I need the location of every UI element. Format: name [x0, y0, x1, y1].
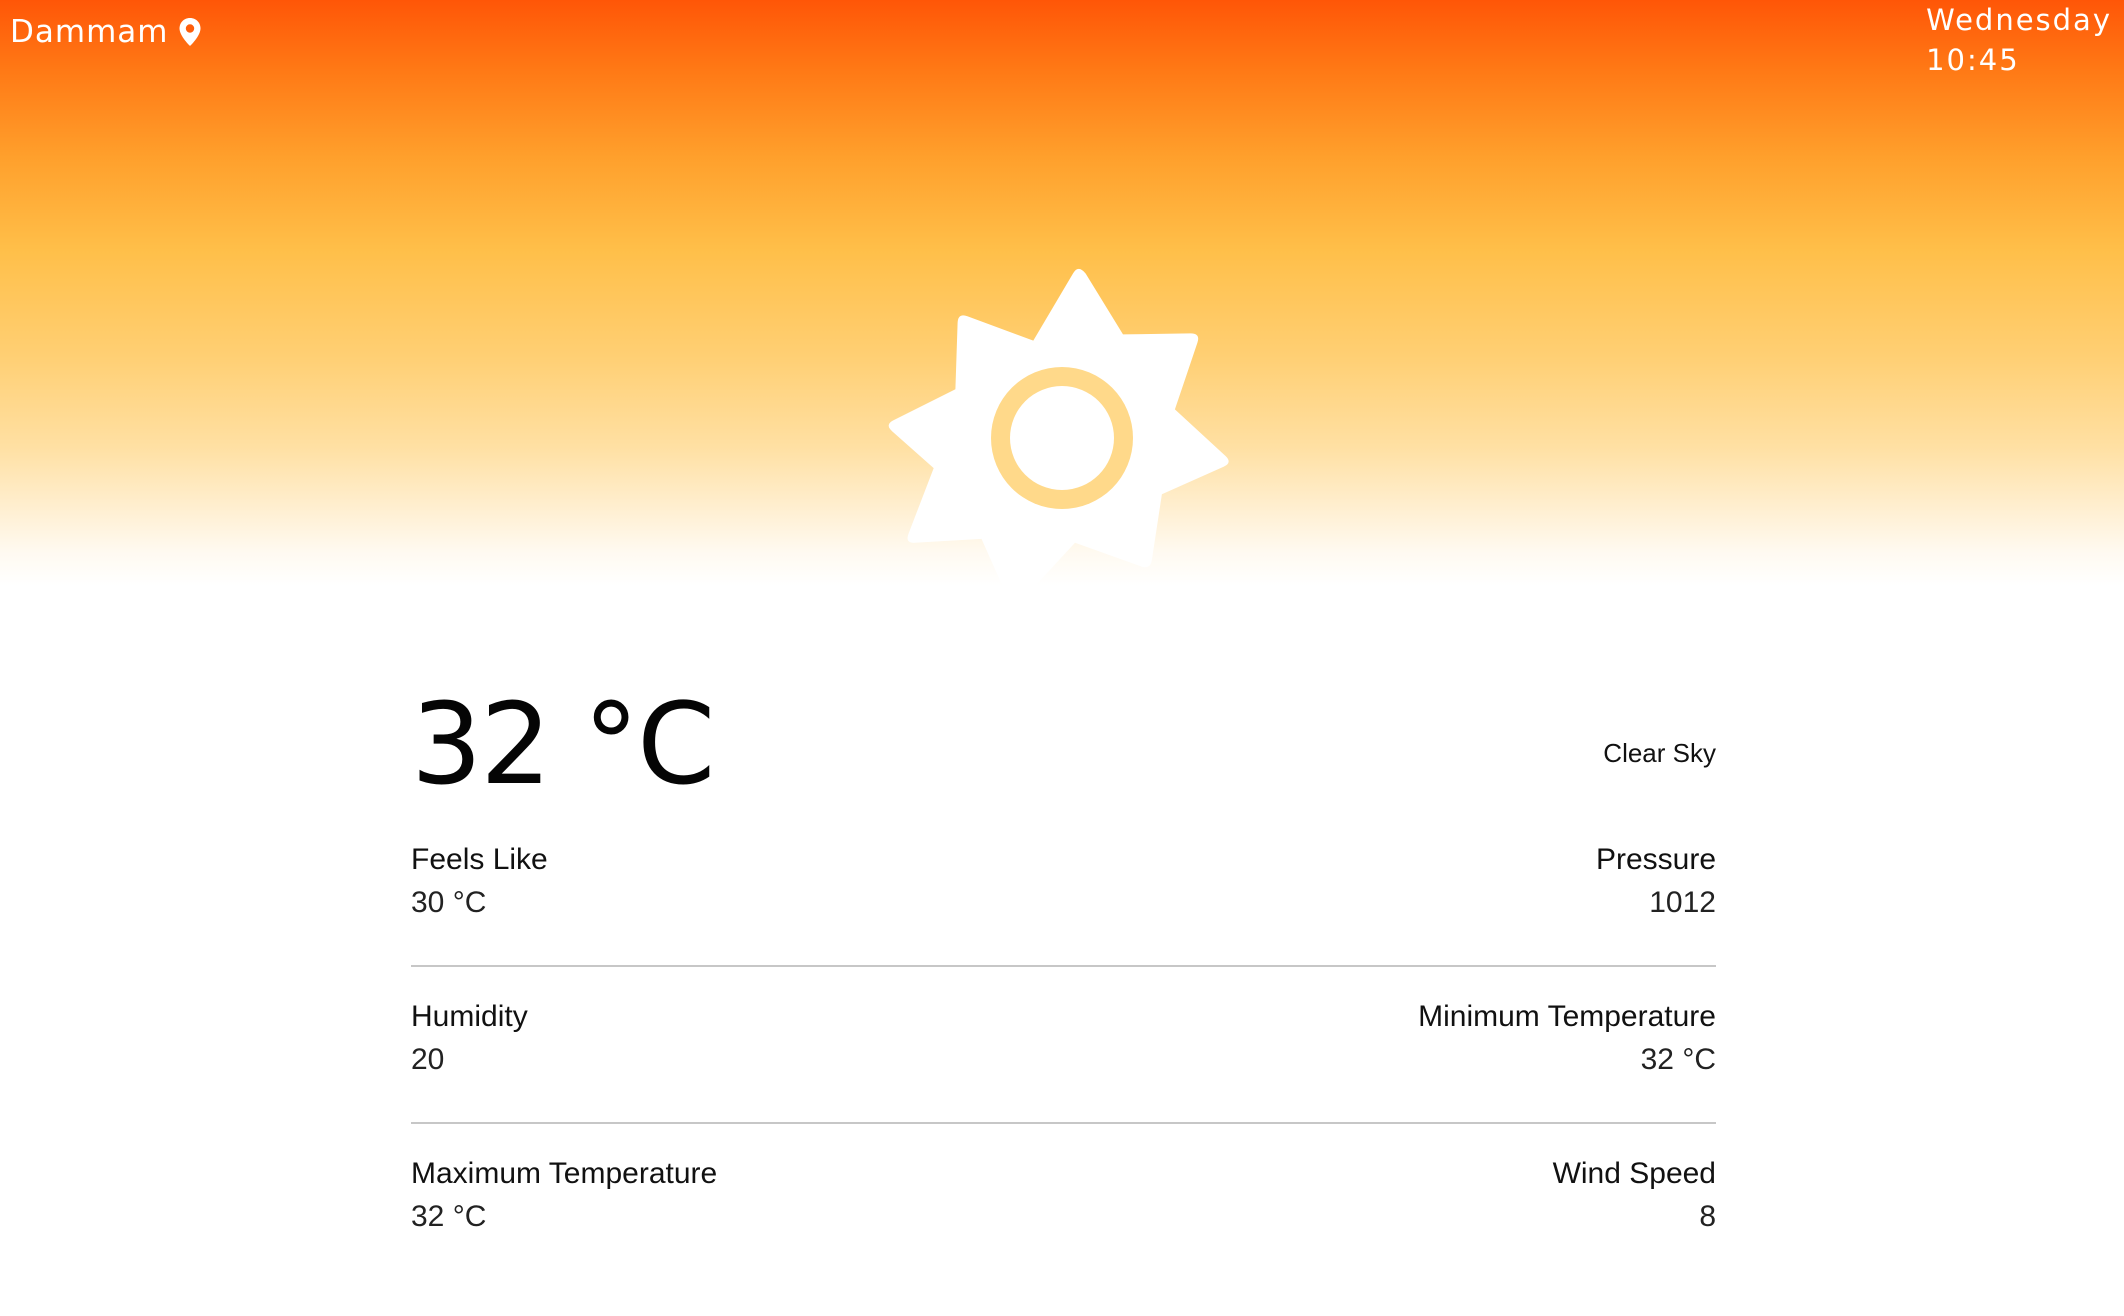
current-temperature: 32 °C: [411, 680, 715, 810]
min-temp-stat: Minimum Temperature 32 °C: [1418, 997, 1716, 1122]
feels-like-stat: Feels Like 30 °C: [411, 840, 548, 965]
day-label: Wednesday: [1926, 3, 2112, 37]
wind-speed-value: 8: [1699, 1200, 1716, 1233]
pressure-stat: Pressure 1012: [1596, 840, 1716, 965]
location-pin-icon[interactable]: [178, 17, 202, 47]
pressure-value: 1012: [1649, 886, 1716, 919]
time-label: 10:45: [1926, 43, 2020, 77]
sun-icon: [886, 262, 1236, 612]
date-time: Wednesday 10:45: [1926, 0, 2112, 80]
location: Dammam: [10, 14, 202, 50]
wind-speed-label: Wind Speed: [1552, 1157, 1716, 1190]
feels-like-label: Feels Like: [411, 843, 548, 876]
pressure-label: Pressure: [1595, 843, 1716, 876]
humidity-value: 20: [411, 1043, 445, 1076]
current-conditions: 32 °C Clear Sky: [411, 680, 1716, 810]
stats-row: Humidity 20 Minimum Temperature 32 °C: [411, 967, 1716, 1124]
min-temp-value: 32 °C: [1640, 1043, 1716, 1076]
city-name: Dammam: [10, 14, 169, 50]
max-temp-value: 32 °C: [411, 1200, 487, 1233]
min-temp-label: Minimum Temperature: [1418, 1000, 1716, 1033]
stats-row: Maximum Temperature 32 °C Wind Speed 8: [411, 1124, 1716, 1281]
weather-details: 32 °C Clear Sky Feels Like 30 °C Pressur…: [411, 680, 1716, 1281]
max-temp-label: Maximum Temperature: [411, 1157, 718, 1190]
feels-like-value: 30 °C: [411, 886, 487, 919]
max-temp-stat: Maximum Temperature 32 °C: [411, 1154, 717, 1281]
wind-speed-stat: Wind Speed 8: [1553, 1154, 1716, 1281]
humidity-label: Humidity: [411, 1000, 528, 1033]
stats-row: Feels Like 30 °C Pressure 1012: [411, 810, 1716, 967]
weather-condition: Clear Sky: [1603, 737, 1716, 768]
humidity-stat: Humidity 20: [411, 997, 528, 1122]
